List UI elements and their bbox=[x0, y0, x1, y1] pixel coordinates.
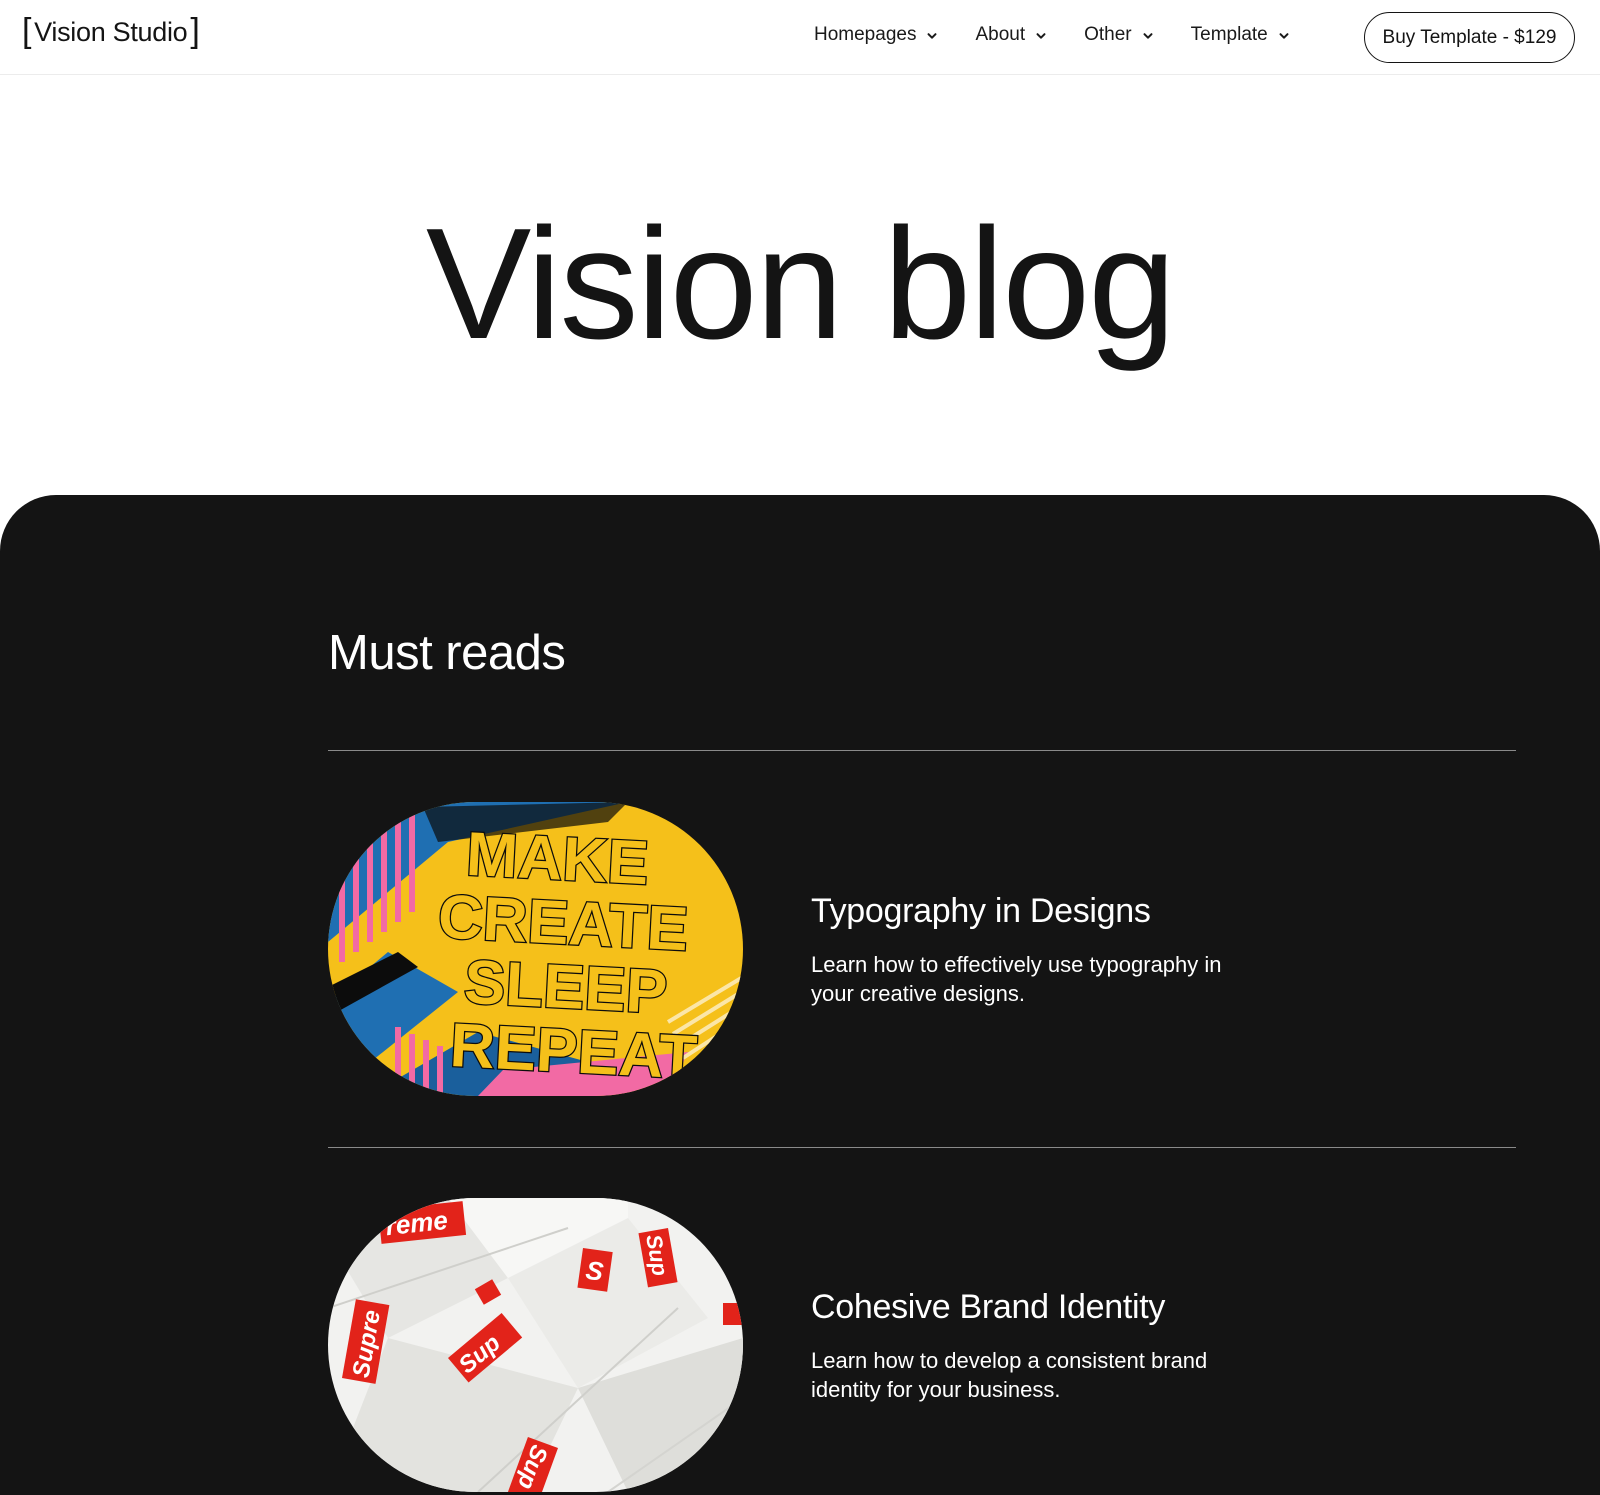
top-navbar: [ Vision Studio ] Homepages About Other … bbox=[0, 0, 1600, 75]
buy-template-button[interactable]: Buy Template - $129 bbox=[1364, 12, 1575, 63]
post-thumbnail[interactable]: reme S Sup Supre Sup Sup bbox=[328, 1198, 743, 1492]
main-nav: Homepages About Other Template bbox=[814, 24, 1291, 46]
nav-item-label: Template bbox=[1190, 24, 1268, 45]
post-title[interactable]: Cohesive Brand Identity bbox=[811, 1288, 1165, 1327]
chevron-down-icon bbox=[1279, 32, 1289, 39]
page-title: Vision blog bbox=[425, 196, 1176, 372]
logo-bracket-open: [ bbox=[22, 11, 32, 50]
nav-item-label: Homepages bbox=[814, 24, 917, 45]
divider bbox=[328, 1147, 1516, 1148]
typography-poster-image: MAKE CREATE SLEEP REPEAT bbox=[328, 802, 743, 1096]
nav-item-about[interactable]: About bbox=[975, 24, 1048, 46]
nav-item-other[interactable]: Other bbox=[1084, 24, 1155, 46]
poster-line-4: REPEAT bbox=[448, 1011, 698, 1093]
post-description: Learn how to effectively use typography … bbox=[811, 952, 1222, 1006]
blog-post-card[interactable]: reme S Sup Supre Sup Sup Cohesive Brand … bbox=[328, 1198, 1516, 1494]
nav-item-label: About bbox=[975, 24, 1026, 45]
divider bbox=[328, 750, 1516, 751]
nav-item-homepages[interactable]: Homepages bbox=[814, 24, 939, 46]
post-description: Learn how to develop a consistent brand … bbox=[811, 1348, 1208, 1402]
post-thumbnail[interactable]: MAKE CREATE SLEEP REPEAT bbox=[328, 802, 743, 1096]
logo-bracket-close: ] bbox=[190, 11, 200, 50]
chevron-down-icon bbox=[1036, 32, 1046, 39]
post-title[interactable]: Typography in Designs bbox=[811, 892, 1151, 931]
chevron-down-icon bbox=[1143, 32, 1153, 39]
blog-post-card[interactable]: MAKE CREATE SLEEP REPEAT Typography in D… bbox=[328, 802, 1516, 1098]
section-title: Must reads bbox=[328, 626, 566, 680]
nav-item-template[interactable]: Template bbox=[1191, 24, 1291, 46]
brand-stickers-image: reme S Sup Supre Sup Sup bbox=[328, 1198, 743, 1492]
site-logo[interactable]: [ Vision Studio ] bbox=[22, 11, 200, 50]
nav-item-label: Other bbox=[1084, 24, 1132, 45]
logo-text: Vision Studio bbox=[34, 17, 188, 47]
chevron-down-icon bbox=[927, 32, 937, 39]
